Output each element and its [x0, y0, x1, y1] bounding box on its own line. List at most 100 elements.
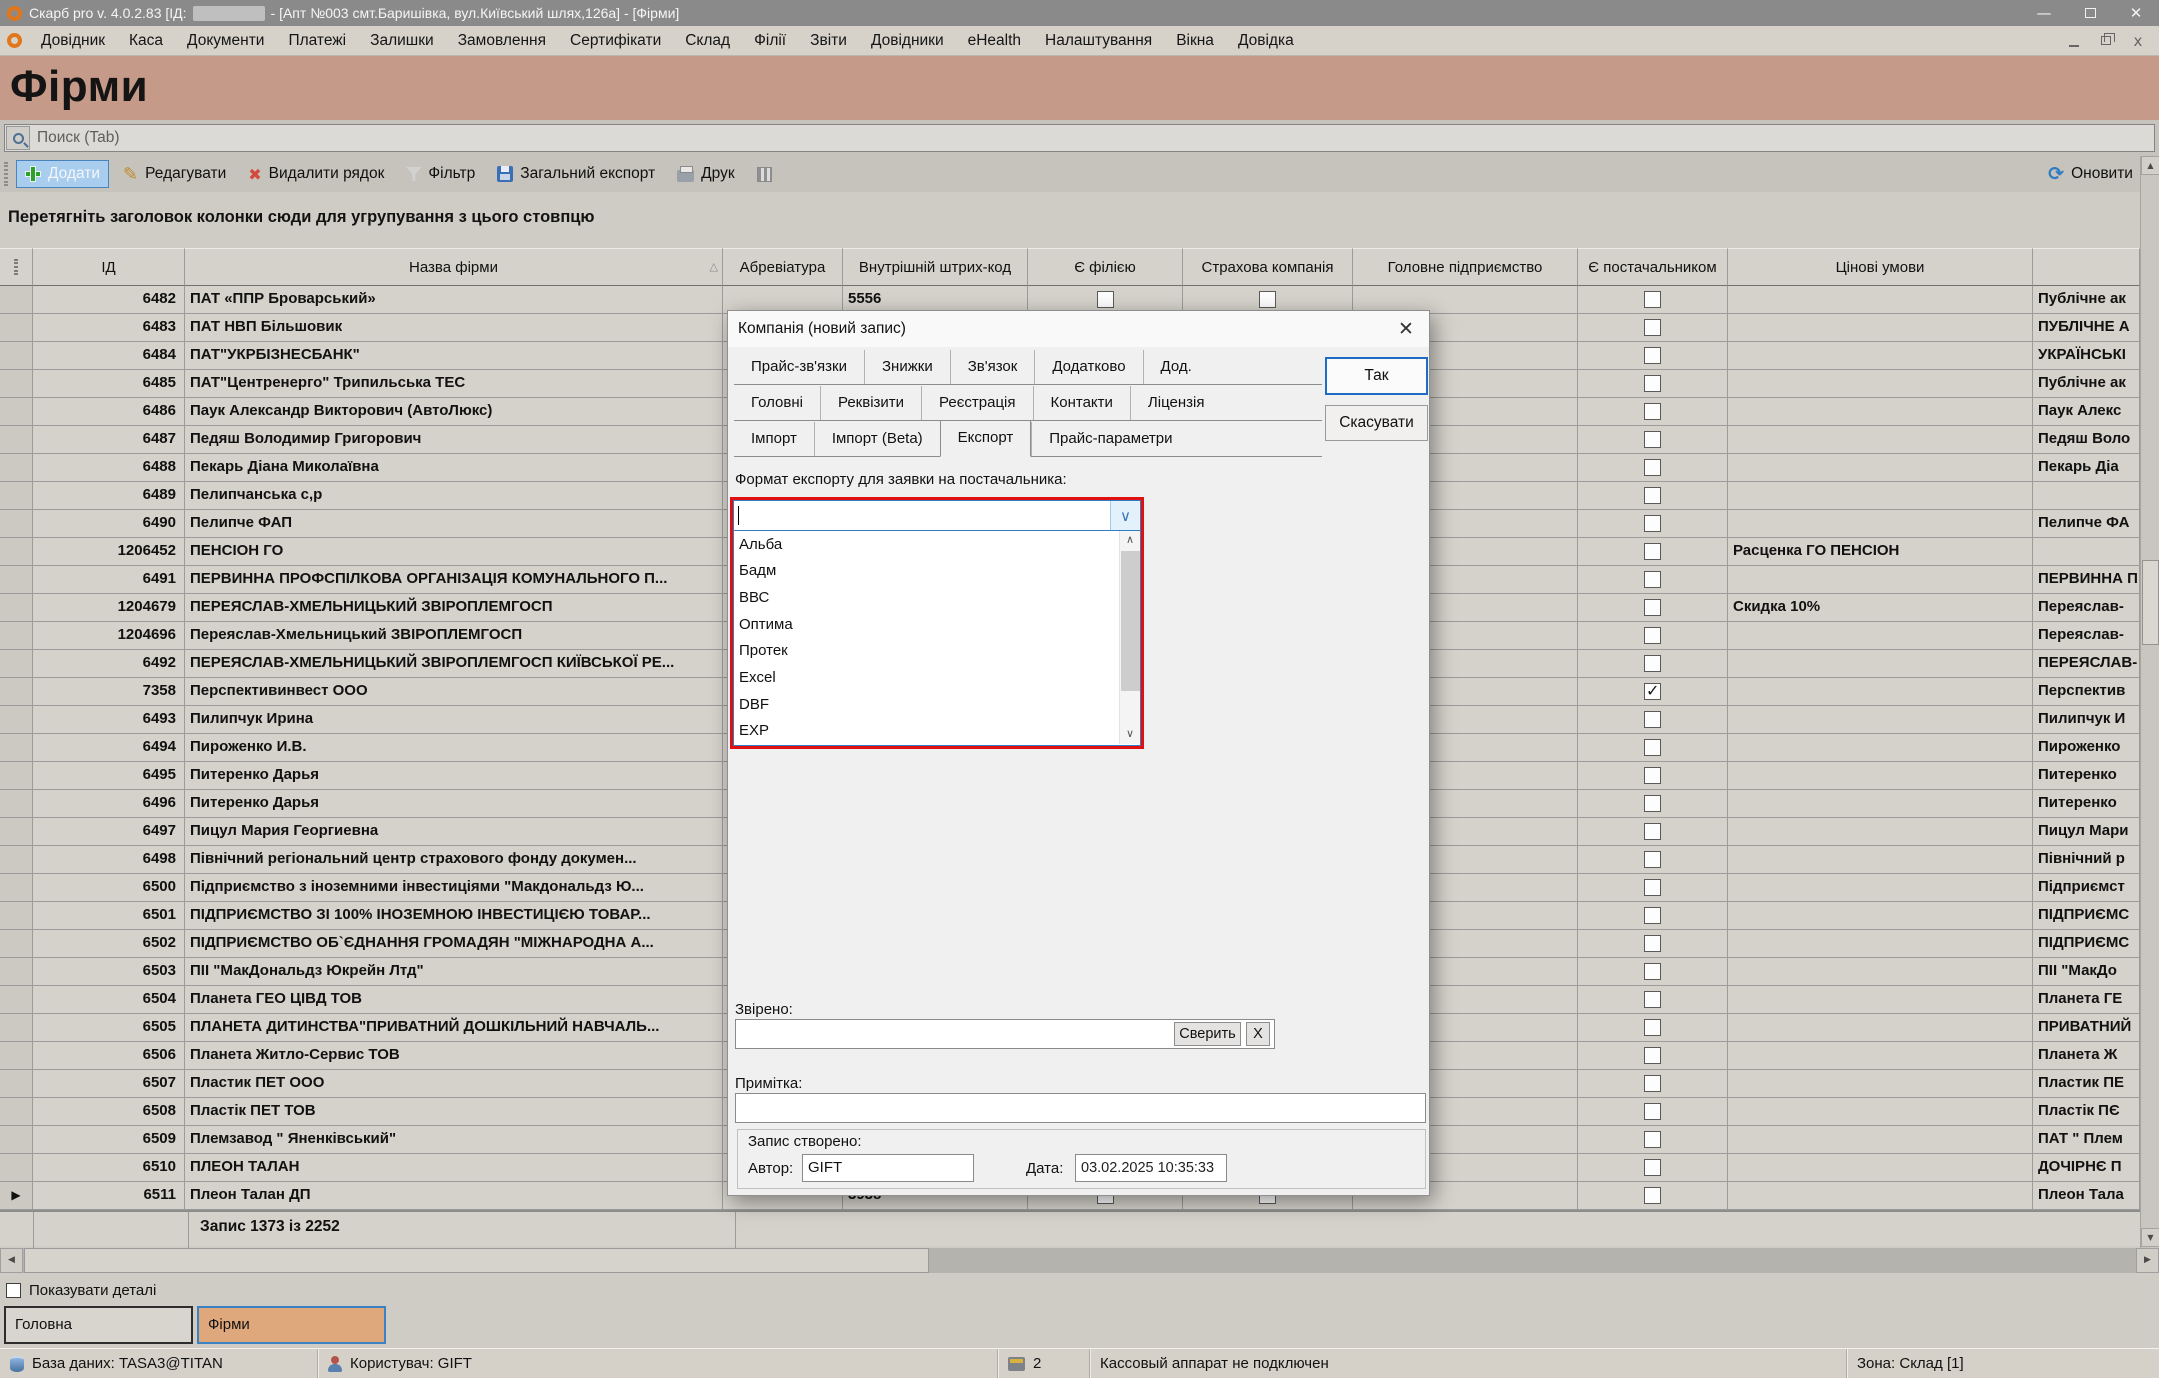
supplier-checkbox[interactable]: [1644, 1103, 1661, 1120]
toolbar-grip[interactable]: [4, 162, 8, 186]
delete-row-button[interactable]: ✖ Видалити рядок: [240, 161, 392, 188]
scroll-down-button[interactable]: ∨: [1120, 725, 1140, 744]
combo-dropdown-button[interactable]: ∨: [1110, 501, 1140, 530]
refresh-button[interactable]: ⟳ Оновити ▾: [2048, 163, 2145, 185]
window-close-button[interactable]: ✕: [2113, 0, 2159, 26]
dialog-tab[interactable]: Контакти: [1033, 386, 1130, 420]
supplier-checkbox[interactable]: [1644, 291, 1661, 308]
mdi-restore-button[interactable]: [2093, 31, 2119, 51]
supplier-checkbox[interactable]: [1644, 375, 1661, 392]
dialog-close-button[interactable]: ✕: [1383, 311, 1429, 347]
column-header[interactable]: Цінові умови: [1728, 248, 2033, 286]
menu-item[interactable]: Звіти: [798, 28, 859, 54]
menu-item[interactable]: Замовлення: [446, 28, 558, 54]
supplier-checkbox[interactable]: [1644, 879, 1661, 896]
details-checkbox[interactable]: [6, 1283, 21, 1298]
menu-item[interactable]: eHealth: [956, 28, 1033, 54]
format-option[interactable]: Альба: [734, 531, 1119, 558]
menu-item[interactable]: Сертифікати: [558, 28, 673, 54]
dialog-tab[interactable]: Експорт: [940, 420, 1032, 457]
column-header[interactable]: Страхова компанія: [1183, 248, 1353, 286]
horizontal-scrollbar[interactable]: ◀ ▶: [0, 1248, 2159, 1273]
menu-item[interactable]: Довідка: [1226, 28, 1306, 54]
dialog-tab[interactable]: Знижки: [864, 350, 950, 384]
supplier-checkbox[interactable]: [1644, 319, 1661, 336]
print-button[interactable]: Друк: [669, 161, 742, 187]
supplier-checkbox[interactable]: [1644, 1131, 1661, 1148]
dialog-tab[interactable]: Дод.: [1143, 350, 1209, 384]
menu-item[interactable]: Склад: [673, 28, 742, 54]
vertical-scroll-thumb[interactable]: [2142, 560, 2159, 645]
mdi-minimize-button[interactable]: [2061, 31, 2087, 51]
column-header[interactable]: Назва фірми△: [185, 248, 723, 286]
scroll-right-button[interactable]: ▶: [2136, 1248, 2159, 1273]
export-button[interactable]: Загальний експорт: [489, 161, 663, 187]
format-option[interactable]: Протек: [734, 638, 1119, 665]
vertical-scrollbar[interactable]: ▲ ▼: [2140, 156, 2159, 1248]
search-button[interactable]: [6, 126, 30, 150]
dialog-tab[interactable]: Додатково: [1034, 350, 1142, 384]
scroll-down-button[interactable]: ▼: [2141, 1228, 2159, 1247]
menu-item[interactable]: Філії: [742, 28, 798, 54]
scroll-left-button[interactable]: ◀: [0, 1248, 23, 1273]
supplier-checkbox[interactable]: [1644, 907, 1661, 924]
edit-button[interactable]: ✎ Редагувати: [115, 160, 234, 189]
cancel-button[interactable]: Скасувати: [1325, 405, 1428, 441]
menu-item[interactable]: Вікна: [1164, 28, 1226, 54]
column-header[interactable]: ІД: [33, 248, 185, 286]
menu-item[interactable]: Довідники: [859, 28, 956, 54]
dialog-tab[interactable]: Прайс-зв'язки: [734, 350, 864, 384]
column-header[interactable]: [2033, 248, 2140, 286]
filter-button[interactable]: Фільтр: [398, 161, 483, 187]
mdi-close-button[interactable]: x: [2125, 31, 2151, 51]
format-option[interactable]: ВВС: [734, 584, 1119, 611]
format-option[interactable]: Бадм: [734, 558, 1119, 585]
note-input[interactable]: [735, 1093, 1426, 1123]
author-value[interactable]: GIFT: [802, 1154, 974, 1182]
date-value[interactable]: 03.02.2025 10:35:33: [1075, 1154, 1227, 1182]
supplier-checkbox[interactable]: [1644, 1075, 1661, 1092]
supplier-checkbox[interactable]: [1644, 627, 1661, 644]
clear-button[interactable]: X: [1246, 1022, 1270, 1046]
supplier-checkbox[interactable]: [1644, 1159, 1661, 1176]
supplier-checkbox[interactable]: [1644, 431, 1661, 448]
column-header[interactable]: Є філією: [1028, 248, 1183, 286]
format-option[interactable]: DBF: [734, 691, 1119, 718]
supplier-checkbox[interactable]: [1644, 767, 1661, 784]
supplier-checkbox[interactable]: [1644, 1187, 1661, 1204]
window-restore-button[interactable]: [2067, 0, 2113, 26]
menu-item[interactable]: Довідник: [29, 28, 117, 54]
supplier-checkbox[interactable]: [1644, 795, 1661, 812]
menu-item[interactable]: Налаштування: [1033, 28, 1164, 54]
supplier-checkbox[interactable]: [1644, 823, 1661, 840]
supplier-checkbox[interactable]: [1644, 991, 1661, 1008]
show-details-toggle[interactable]: Показувати деталі: [6, 1282, 156, 1299]
supplier-checkbox[interactable]: [1644, 851, 1661, 868]
supplier-checkbox[interactable]: [1644, 599, 1661, 616]
dialog-tab[interactable]: Зв'язок: [950, 350, 1035, 384]
dropdown-scroll-thumb[interactable]: [1121, 551, 1140, 691]
column-header[interactable]: Внутрішній штрих-код: [843, 248, 1028, 286]
supplier-checkbox[interactable]: [1644, 963, 1661, 980]
column-header[interactable]: Є постачальником: [1578, 248, 1728, 286]
ok-button[interactable]: Так: [1325, 357, 1428, 395]
column-header[interactable]: Абревіатура: [723, 248, 843, 286]
menu-item[interactable]: Залишки: [358, 28, 446, 54]
groupby-zone[interactable]: Перетягніть заголовок колонки сюди для у…: [0, 192, 2159, 248]
supplier-checkbox[interactable]: [1644, 711, 1661, 728]
supplier-checkbox[interactable]: [1644, 1019, 1661, 1036]
supplier-checkbox[interactable]: [1644, 459, 1661, 476]
branch-checkbox[interactable]: [1097, 291, 1114, 308]
dialog-tab[interactable]: Реквізити: [820, 386, 921, 420]
dialog-tab[interactable]: Головні: [734, 386, 820, 420]
window-minimize-button[interactable]: —: [2021, 0, 2067, 26]
scroll-up-button[interactable]: ∧: [1120, 531, 1140, 550]
supplier-checkbox[interactable]: [1644, 1047, 1661, 1064]
supplier-checkbox[interactable]: [1644, 683, 1661, 700]
dialog-tab[interactable]: Прайс-параметри: [1031, 422, 1189, 456]
supplier-checkbox[interactable]: [1644, 487, 1661, 504]
add-button[interactable]: Додати: [16, 160, 109, 188]
menu-item[interactable]: Каса: [117, 28, 175, 54]
menu-item[interactable]: Документи: [175, 28, 276, 54]
bottom-tab[interactable]: Головна: [4, 1306, 193, 1344]
